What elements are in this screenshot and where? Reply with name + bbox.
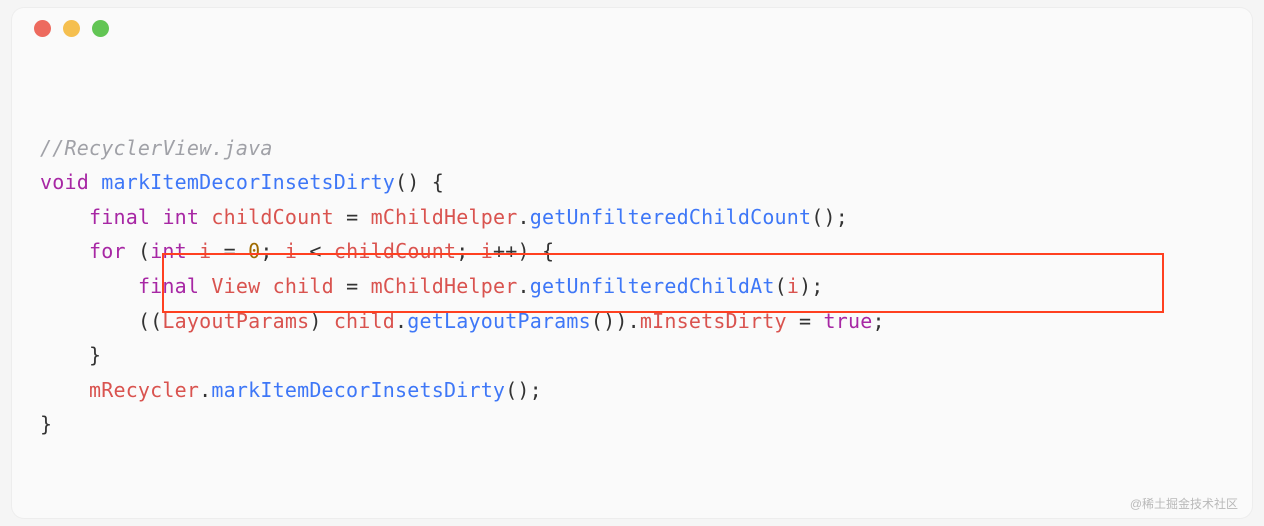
method: getLayoutParams <box>407 309 591 333</box>
kw-int: int <box>162 205 199 229</box>
var: childCount <box>211 205 333 229</box>
kw-for: for <box>89 239 126 263</box>
type: View <box>211 274 260 298</box>
brace: } <box>40 412 52 436</box>
code-text: = <box>334 205 371 229</box>
code-text <box>187 239 199 263</box>
minimize-icon[interactable] <box>63 20 80 37</box>
var: childCount <box>334 239 456 263</box>
kw-final: final <box>138 274 199 298</box>
code-text: ) { <box>518 239 555 263</box>
num: 0 <box>248 239 260 263</box>
code-text: < <box>297 239 334 263</box>
code-text: = <box>334 274 371 298</box>
var: i <box>285 239 297 263</box>
code-block: //RecyclerView.java void markItemDecorIn… <box>12 48 1252 511</box>
code-text <box>260 274 272 298</box>
var: i <box>199 239 211 263</box>
obj: child <box>334 309 395 333</box>
watermark: @稀土掘金技术社区 <box>1130 495 1238 512</box>
code-text: ) <box>309 309 333 333</box>
var: i <box>481 239 493 263</box>
code-comment: //RecyclerView.java <box>40 136 273 160</box>
code-text: = <box>787 309 824 333</box>
var: child <box>273 274 334 298</box>
code-text: (); <box>811 205 848 229</box>
titlebar <box>12 8 1252 48</box>
obj: mRecycler <box>89 378 199 402</box>
method: getUnfilteredChildAt <box>530 274 775 298</box>
arg: i <box>787 274 799 298</box>
kw-true: true <box>824 309 873 333</box>
obj: mChildHelper <box>371 274 518 298</box>
code-text: ); <box>799 274 823 298</box>
code-text: ()). <box>591 309 640 333</box>
code-text: ( <box>126 239 150 263</box>
kw-int: int <box>150 239 187 263</box>
code-text: . <box>517 205 529 229</box>
code-text: . <box>395 309 407 333</box>
code-text: ( <box>775 274 787 298</box>
code-text: . <box>517 274 529 298</box>
method: markItemDecorInsetsDirty <box>211 378 505 402</box>
fn-name: markItemDecorInsetsDirty <box>101 170 395 194</box>
kw-final: final <box>89 205 150 229</box>
obj: mChildHelper <box>371 205 518 229</box>
code-text: ; <box>260 239 284 263</box>
code-window: //RecyclerView.java void markItemDecorIn… <box>12 8 1252 518</box>
code-text: () { <box>395 170 444 194</box>
code-text: ++ <box>493 239 517 263</box>
brace: } <box>89 343 101 367</box>
field: mInsetsDirty <box>640 309 787 333</box>
code-text: (); <box>505 378 542 402</box>
kw-void: void <box>40 170 89 194</box>
code-text: ; <box>872 309 884 333</box>
code-text: ; <box>456 239 480 263</box>
method: getUnfilteredChildCount <box>530 205 812 229</box>
code-text: = <box>211 239 248 263</box>
code-text: (( <box>138 309 162 333</box>
type: LayoutParams <box>162 309 309 333</box>
zoom-icon[interactable] <box>92 20 109 37</box>
close-icon[interactable] <box>34 20 51 37</box>
code-text: . <box>199 378 211 402</box>
